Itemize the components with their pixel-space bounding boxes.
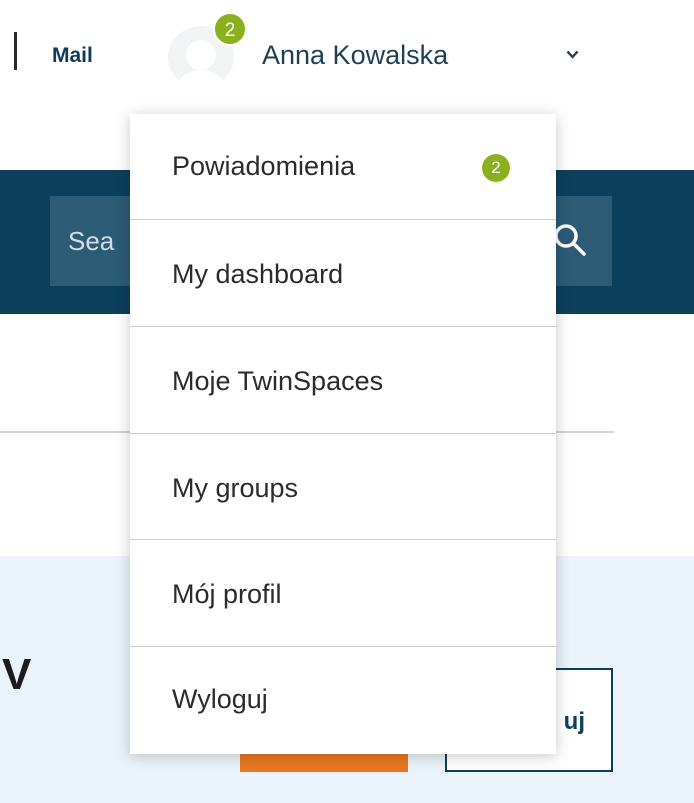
chevron-down-icon[interactable] xyxy=(566,48,579,61)
menu-item-label: My groups xyxy=(172,473,299,503)
menu-item-groups[interactable]: My groups xyxy=(130,434,556,540)
user-name-toggle[interactable]: Anna Kowalska xyxy=(262,40,448,71)
menu-item-logout[interactable]: Wyloguj xyxy=(130,648,556,754)
menu-item-label: Moje TwinSpaces xyxy=(172,366,384,396)
search-icon[interactable] xyxy=(552,222,588,258)
menu-item-profile[interactable]: Mój profil xyxy=(130,541,556,647)
menu-item-dashboard[interactable]: My dashboard xyxy=(130,221,556,327)
menu-item-twinspaces[interactable]: Moje TwinSpaces xyxy=(130,328,556,434)
notification-badge: 2 xyxy=(213,12,247,46)
menu-item-label: Wyloguj xyxy=(172,684,268,714)
hero-headline: V xyxy=(2,650,32,699)
top-divider xyxy=(14,32,17,70)
secondary-cta-label: uj xyxy=(563,708,585,735)
search-placeholder: Sea xyxy=(68,226,115,256)
notification-count-badge: 2 xyxy=(482,154,510,182)
user-dropdown-menu: Powiadomienia 2 My dashboard Moje TwinSp… xyxy=(130,114,556,754)
menu-item-label: Mój profil xyxy=(172,579,282,609)
mail-link[interactable]: Mail xyxy=(52,44,93,68)
menu-item-label: Powiadomienia xyxy=(172,151,356,181)
menu-item-notifications[interactable]: Powiadomienia 2 xyxy=(130,114,556,220)
menu-item-label: My dashboard xyxy=(172,259,344,289)
page: Mail 2 Anna Kowalska Sea V uj Powiadomie… xyxy=(0,0,694,803)
